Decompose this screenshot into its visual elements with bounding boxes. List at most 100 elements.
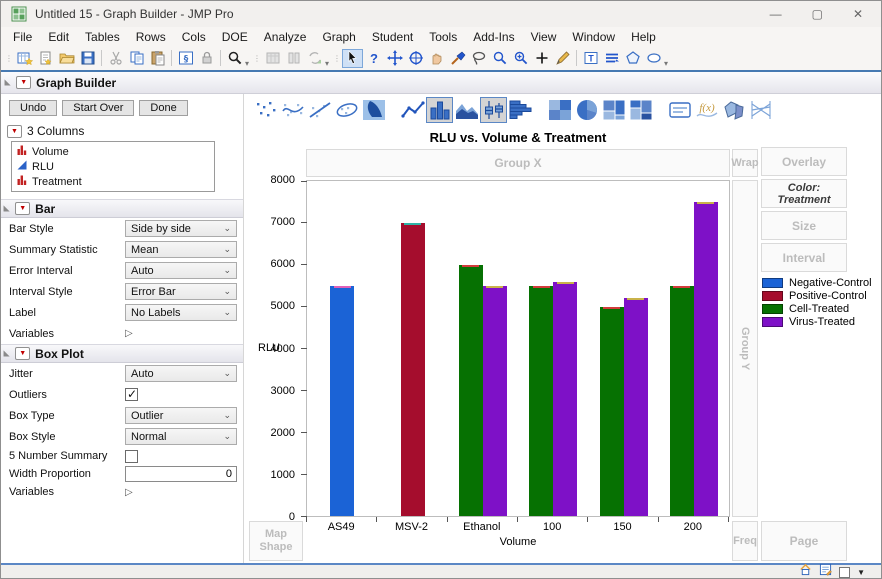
new-journal-icon[interactable] (35, 49, 56, 68)
arrow-tool-icon[interactable] (342, 49, 363, 68)
bar-element-icon[interactable] (426, 97, 453, 123)
menu-view[interactable]: View (523, 29, 565, 45)
undo-button[interactable]: Undo (9, 100, 57, 116)
open-icon[interactable] (56, 49, 77, 68)
journal-window-icon[interactable] (819, 563, 832, 579)
bar-virus-treated[interactable] (694, 202, 718, 516)
histogram-element-icon[interactable] (507, 97, 534, 123)
menu-tools[interactable]: Tools (421, 29, 465, 45)
map-shapes-element-icon[interactable] (720, 97, 747, 123)
formula-element-icon[interactable]: f(x) (693, 97, 720, 123)
parallel-plot-element-icon[interactable] (747, 97, 774, 123)
freq-zone[interactable]: Freq (732, 521, 758, 561)
menu-tables[interactable]: Tables (77, 29, 128, 45)
column-item-rlu[interactable]: RLU (12, 159, 214, 174)
new-data-table-icon[interactable] (14, 49, 35, 68)
window-list-button[interactable] (839, 567, 850, 578)
polygon-tool-icon[interactable] (622, 49, 643, 68)
box-plot-element-icon[interactable] (480, 97, 507, 123)
mosaic-element-icon[interactable] (627, 97, 654, 123)
bar-virus-treated[interactable] (553, 282, 577, 517)
crosshair-tool-icon[interactable] (405, 49, 426, 68)
zoom-in-tool-icon[interactable] (510, 49, 531, 68)
bar-negative-control[interactable] (330, 286, 354, 516)
size-zone[interactable]: Size (761, 211, 847, 240)
outliers-checkbox[interactable] (125, 388, 138, 401)
legend-item-virus-treated[interactable]: Virus-Treated (762, 315, 872, 328)
contour-element-icon[interactable] (360, 97, 387, 123)
smoother-element-icon[interactable] (279, 97, 306, 123)
text-box-tool-icon[interactable]: T (580, 49, 601, 68)
box-plot-menu-button[interactable] (15, 347, 30, 360)
overlay-zone[interactable]: Overlay (761, 147, 847, 176)
toolbar-overflow-icon[interactable]: ▾ (664, 59, 668, 70)
bar-variables-disclosure-icon[interactable]: ▷ (125, 328, 133, 339)
plus-tool-icon[interactable] (531, 49, 552, 68)
magnifier-tool-icon[interactable] (489, 49, 510, 68)
maximize-button[interactable]: ▢ (812, 7, 823, 21)
home-window-icon[interactable] (799, 563, 812, 579)
menu-edit[interactable]: Edit (40, 29, 77, 45)
wrap-zone[interactable]: Wrap (732, 149, 758, 177)
lines-tool-icon[interactable] (601, 49, 622, 68)
treemap-element-icon[interactable] (600, 97, 627, 123)
heatmap-element-icon[interactable] (546, 97, 573, 123)
page-zone[interactable]: Page (761, 521, 847, 561)
search-icon[interactable] (224, 49, 245, 68)
five-number-summary-checkbox[interactable] (125, 450, 138, 463)
color-zone[interactable]: Color: Treatment (761, 179, 847, 208)
menu-file[interactable]: File (5, 29, 40, 45)
minimize-button[interactable]: — (770, 7, 782, 21)
menu-window[interactable]: Window (564, 29, 623, 45)
box-type-select[interactable]: Outlier⌄ (125, 407, 237, 424)
help-tool-icon[interactable]: ? (363, 49, 384, 68)
paste-icon[interactable] (147, 49, 168, 68)
caption-box-element-icon[interactable] (666, 97, 693, 123)
ellipse-element-icon[interactable] (333, 97, 360, 123)
brush-tool-icon[interactable] (447, 49, 468, 68)
legend-item-positive-control[interactable]: Positive-Control (762, 289, 872, 302)
oval-tool-icon[interactable] (643, 49, 664, 68)
collapse-triangle-icon[interactable]: ◢ (4, 79, 13, 85)
move-tool-icon[interactable] (384, 49, 405, 68)
label-select[interactable]: No Labels⌄ (125, 304, 237, 321)
box-style-select[interactable]: Normal⌄ (125, 428, 237, 445)
data-table-script-icon[interactable]: § (175, 49, 196, 68)
collapse-triangle-icon[interactable]: ◢ (3, 350, 12, 356)
plot-area[interactable] (306, 180, 730, 517)
lasso-tool-icon[interactable] (468, 49, 489, 68)
save-icon[interactable] (77, 49, 98, 68)
menu-rows[interactable]: Rows (128, 29, 174, 45)
graph-builder-menu-button[interactable] (16, 76, 31, 89)
pencil-tool-icon[interactable] (552, 49, 573, 68)
bar-cell-treated[interactable] (529, 286, 553, 516)
map-shape-zone[interactable]: Map Shape (249, 521, 303, 561)
bar-style-select[interactable]: Side by side⌄ (125, 220, 237, 237)
bar-menu-button[interactable] (15, 202, 30, 215)
area-element-icon[interactable] (453, 97, 480, 123)
bar-positive-control[interactable] (401, 223, 425, 516)
columns-menu-button[interactable] (7, 125, 22, 138)
hand-tool-icon[interactable] (426, 49, 447, 68)
menu-doe[interactable]: DOE (214, 29, 256, 45)
copy-icon[interactable] (126, 49, 147, 68)
menu-help[interactable]: Help (623, 29, 664, 45)
legend-item-negative-control[interactable]: Negative-Control (762, 276, 872, 289)
interval-zone[interactable]: Interval (761, 243, 847, 272)
group-x-zone[interactable]: Group X (306, 149, 730, 177)
column-item-treatment[interactable]: Treatment (12, 174, 214, 189)
bar-cell-treated[interactable] (600, 307, 624, 516)
x-axis[interactable]: AS49MSV-2Ethanol100150200 (306, 521, 730, 534)
status-dropdown-icon[interactable]: ▼ (857, 568, 865, 577)
menu-analyze[interactable]: Analyze (256, 29, 315, 45)
bar-virus-treated[interactable] (624, 298, 648, 516)
collapse-triangle-icon[interactable]: ◢ (3, 205, 12, 211)
menu-addins[interactable]: Add-Ins (465, 29, 522, 45)
done-button[interactable]: Done (139, 100, 187, 116)
legend-item-cell-treated[interactable]: Cell-Treated (762, 302, 872, 315)
toolbar-overflow-icon[interactable]: ▾ (245, 59, 249, 70)
jitter-select[interactable]: Auto⌄ (125, 365, 237, 382)
menu-student[interactable]: Student (364, 29, 421, 45)
bar-cell-treated[interactable] (670, 286, 694, 516)
box-variables-disclosure-icon[interactable]: ▷ (125, 487, 133, 498)
